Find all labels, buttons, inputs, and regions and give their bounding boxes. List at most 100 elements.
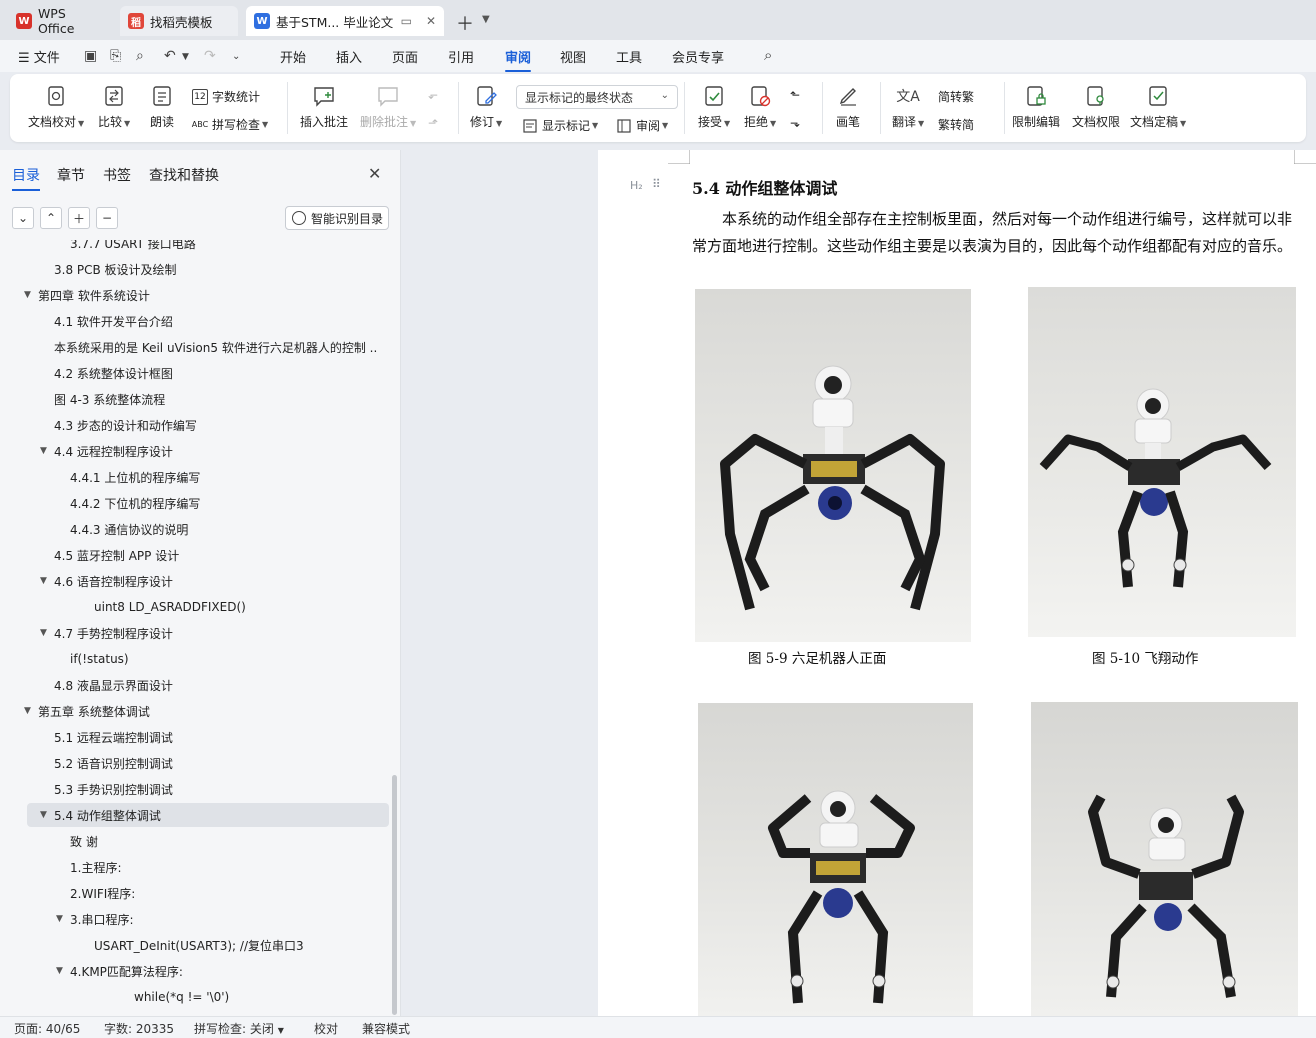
expand-arrow-icon[interactable]: ▼ [56,966,63,976]
toc-item[interactable]: 2.WIFI程序: [0,881,392,905]
tab-bookmarks[interactable]: 书签 [103,165,131,185]
menu-references[interactable]: 引用 [448,47,474,66]
toc-item[interactable]: uint8 LD_ASRADDFIXED() [0,595,392,619]
body-paragraph[interactable]: 本系统的动作组全部存在主控制板里面，然后对每一个动作组进行编号，这样就可以非常方… [692,206,1302,259]
toc-item[interactable]: USART_DeInit(USART3); //复位串口3 [0,933,392,957]
tab-document[interactable]: W 基于STM... 毕业论文 ▭ ✕ [246,6,444,36]
remove-heading-button[interactable]: − [96,207,118,229]
robot-flying-pose-photo[interactable] [1028,287,1296,637]
expand-arrow-icon[interactable]: ▼ [24,290,31,300]
robot-arms-up-photo[interactable] [698,703,973,1016]
menu-view[interactable]: 视图 [560,47,586,66]
toc-item[interactable]: 本系统采用的是 Keil uVision5 软件进行六足机器人的控制 ... [0,335,392,359]
insert-comment-button[interactable]: 插入批注 [300,84,348,130]
track-changes-button[interactable]: 修订 ▼ [470,84,502,130]
word-count-button[interactable]: 12 字数统计 [192,88,260,105]
expand-arrow-icon[interactable]: ▼ [40,628,47,638]
toc-item[interactable]: ▼ 第五章 系统整体调试 [0,699,392,723]
undo-icon[interactable]: ↶ [164,48,176,64]
save-icon[interactable]: ▣ [84,48,97,64]
more-chevron-icon[interactable]: ⌄ [232,51,240,62]
doc-permission-button[interactable]: 文档权限 [1072,84,1120,130]
toc-item[interactable]: ▼ 5.4 动作组整体调试 [27,803,389,827]
review-pane-button[interactable]: 审阅 ▼ [616,117,668,134]
spell-check-button[interactable]: ABC 拼写检查 ▼ [192,116,268,133]
toc-item[interactable]: ▼ 4.4 远程控制程序设计 [0,439,392,463]
new-tab-icon[interactable]: ＋ [456,10,474,36]
undo-dropdown-icon[interactable]: ▼ [182,52,189,62]
to-simplified-button[interactable]: 繁转简 [938,116,974,133]
word-count-status[interactable]: 字数: 20335 [104,1020,174,1037]
expand-arrow-icon[interactable]: ▼ [56,914,63,924]
toc-item[interactable]: 3.7.7 USART 接口电路 [0,240,392,255]
toc-item[interactable]: ▼ 第四章 软件系统设计 [0,283,392,307]
menu-member[interactable]: 会员专享 [672,47,724,66]
search-icon[interactable]: ⌕ [764,46,772,64]
toc-item[interactable]: 4.4.3 通信协议的说明 [0,517,392,541]
expand-arrow-icon[interactable]: ▼ [24,706,31,716]
toc-item[interactable]: 4.8 液晶显示界面设计 [0,673,392,697]
toc-item[interactable]: 5.2 语音识别控制调试 [0,751,392,775]
toc-item[interactable]: ▼ 4.6 语音控制程序设计 [0,569,392,593]
expand-arrow-icon[interactable]: ▼ [40,810,47,820]
accept-button[interactable]: 接受 ▼ [698,84,730,130]
translate-button[interactable]: 文A 翻译 ▼ [892,84,924,130]
close-tab-icon[interactable]: ✕ [426,14,436,28]
tab-toc[interactable]: 目录 [12,165,40,191]
toc-item[interactable]: 致 谢 [0,829,392,853]
previous-change-icon[interactable]: ⬑ [790,88,800,102]
expand-arrow-icon[interactable]: ▼ [40,446,47,456]
export-icon[interactable]: ⎘ [110,48,121,64]
tab-chapters[interactable]: 章节 [57,165,85,185]
ink-pen-button[interactable]: 画笔 [836,84,860,130]
toc-item[interactable]: if(!status) [0,647,392,671]
section-heading[interactable]: 5.4 动作组整体调试 [692,175,837,199]
smart-toc-button[interactable]: 智能识别目录 [285,206,389,230]
toc-item[interactable]: 4.5 蓝牙控制 APP 设计 [0,543,392,567]
toc-item[interactable]: 4.4.1 上位机的程序编写 [0,465,392,489]
file-menu[interactable]: ☰ 文件 [18,47,60,66]
next-change-icon[interactable]: ⬎ [790,116,800,130]
toc-item[interactable]: 3.8 PCB 板设计及绘制 [0,257,392,281]
toc-item[interactable]: while(*q != '\0') [0,985,392,1009]
toc-item[interactable]: ▼ 4.KMP匹配算法程序: [0,959,392,983]
menu-insert[interactable]: 插入 [336,47,362,66]
toc-item[interactable]: 4.2 系统整体设计框图 [0,361,392,385]
chevron-down-icon[interactable]: ▼ [482,14,490,25]
markup-state-select[interactable]: 显示标记的最终状态 ⌄ [516,85,678,109]
proofread-status[interactable]: 校对 [314,1020,338,1037]
show-markup-button[interactable]: 显示标记 ▼ [522,117,598,134]
menu-tools[interactable]: 工具 [616,47,642,66]
toc-item[interactable]: 4.1 软件开发平台介绍 [0,309,392,333]
doc-check-button[interactable]: 文档校对 ▼ [28,84,84,130]
collapse-all-button[interactable]: ⌄ [12,207,34,229]
to-traditional-button[interactable]: 简转繁 [938,88,974,105]
toc-item[interactable]: ▼ 3.串口程序: [0,907,392,931]
robot-front-photo[interactable] [695,289,971,642]
close-panel-icon[interactable]: ✕ [368,164,381,183]
window-restore-icon[interactable]: ▭ [401,14,412,28]
toc-item[interactable]: 5.1 远程云端控制调试 [0,725,392,749]
spell-check-status[interactable]: 拼写检查: 关闭 ▼ [194,1020,284,1037]
expand-arrow-icon[interactable]: ▼ [40,576,47,586]
robot-claws-pose-photo[interactable] [1031,702,1298,1016]
toc-item[interactable]: ▼ 4.7 手势控制程序设计 [0,621,392,645]
tab-template[interactable]: 稻 找稻壳模板 [120,6,238,36]
add-heading-button[interactable]: ＋ [68,207,90,229]
page-indicator[interactable]: 页面: 40/65 [14,1020,80,1037]
drag-handle-icon[interactable]: ⠿ [652,177,661,191]
expand-all-button[interactable]: ⌃ [40,207,62,229]
toc-item[interactable]: 图 4-3 系统整体流程 [0,387,392,411]
menu-home[interactable]: 开始 [280,47,306,66]
menu-review[interactable]: 审阅 [505,47,532,72]
compare-button[interactable]: 比较 ▼ [98,84,130,130]
tab-wps-office[interactable]: W WPS Office [8,6,114,36]
restrict-edit-button[interactable]: 限制编辑 [1012,84,1060,130]
toc-item[interactable]: 5.3 手势识别控制调试 [0,777,392,801]
toc-item[interactable]: 4.3 步态的设计和动作编写 [0,413,392,437]
menu-page[interactable]: 页面 [392,47,418,66]
read-aloud-button[interactable]: 朗读 [150,84,174,130]
tab-find-replace[interactable]: 查找和替换 [149,165,219,185]
toc-scrollbar[interactable] [392,775,397,1015]
reject-button[interactable]: 拒绝 ▼ [744,84,776,130]
